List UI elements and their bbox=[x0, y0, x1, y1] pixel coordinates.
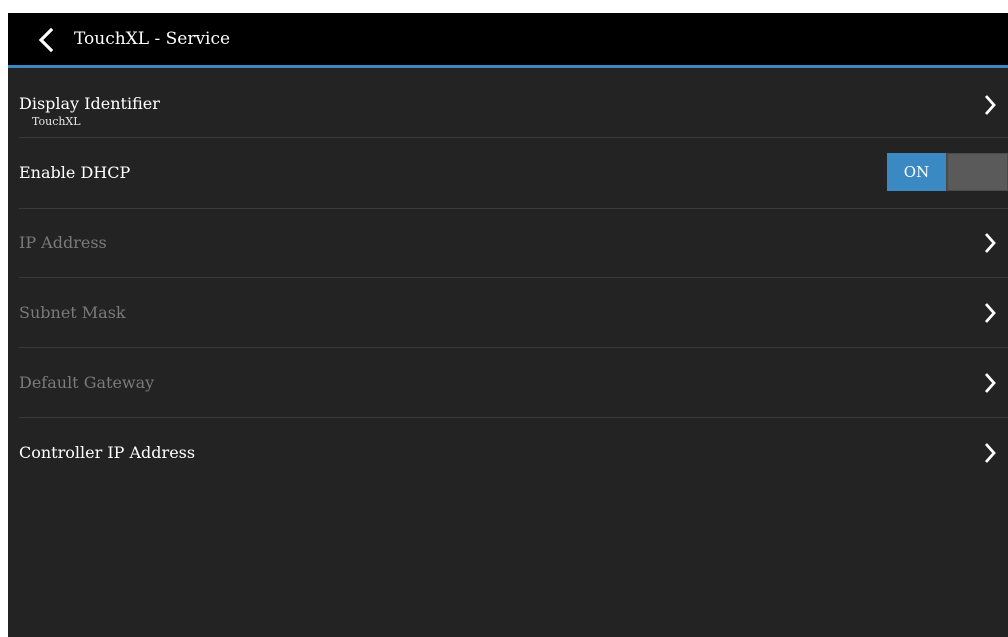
setting-label: Subnet Mask bbox=[19, 303, 126, 322]
setting-ip-address[interactable]: IP Address bbox=[8, 209, 1008, 278]
chevron-right-icon bbox=[984, 95, 996, 115]
setting-label: Default Gateway bbox=[19, 373, 155, 392]
setting-label: IP Address bbox=[19, 233, 107, 252]
title-bar: TouchXL - Service bbox=[8, 13, 1008, 65]
setting-controller-ip-address[interactable]: Controller IP Address bbox=[8, 418, 1008, 487]
setting-subnet-mask[interactable]: Subnet Mask bbox=[8, 278, 1008, 347]
setting-enable-dhcp: Enable DHCP ON bbox=[8, 138, 1008, 208]
setting-value: TouchXL bbox=[32, 115, 81, 128]
setting-label: Enable DHCP bbox=[19, 163, 131, 182]
toggle-on-label: ON bbox=[887, 153, 946, 191]
chevron-right-icon bbox=[984, 373, 996, 393]
setting-display-identifier[interactable]: Display Identifier TouchXL bbox=[8, 68, 1008, 138]
toggle-knob bbox=[948, 154, 1007, 190]
setting-label: Controller IP Address bbox=[19, 443, 196, 462]
chevron-right-icon bbox=[984, 443, 996, 463]
chevron-right-icon bbox=[984, 303, 996, 323]
service-screen: TouchXL - Service Display Identifier Tou… bbox=[8, 13, 1008, 637]
back-button[interactable] bbox=[32, 26, 60, 54]
dhcp-toggle[interactable]: ON bbox=[887, 153, 1008, 191]
setting-label: Display Identifier bbox=[19, 94, 160, 113]
chevron-right-icon bbox=[984, 233, 996, 253]
chevron-left-icon bbox=[38, 27, 54, 53]
page-title: TouchXL - Service bbox=[74, 29, 231, 49]
setting-default-gateway[interactable]: Default Gateway bbox=[8, 348, 1008, 417]
